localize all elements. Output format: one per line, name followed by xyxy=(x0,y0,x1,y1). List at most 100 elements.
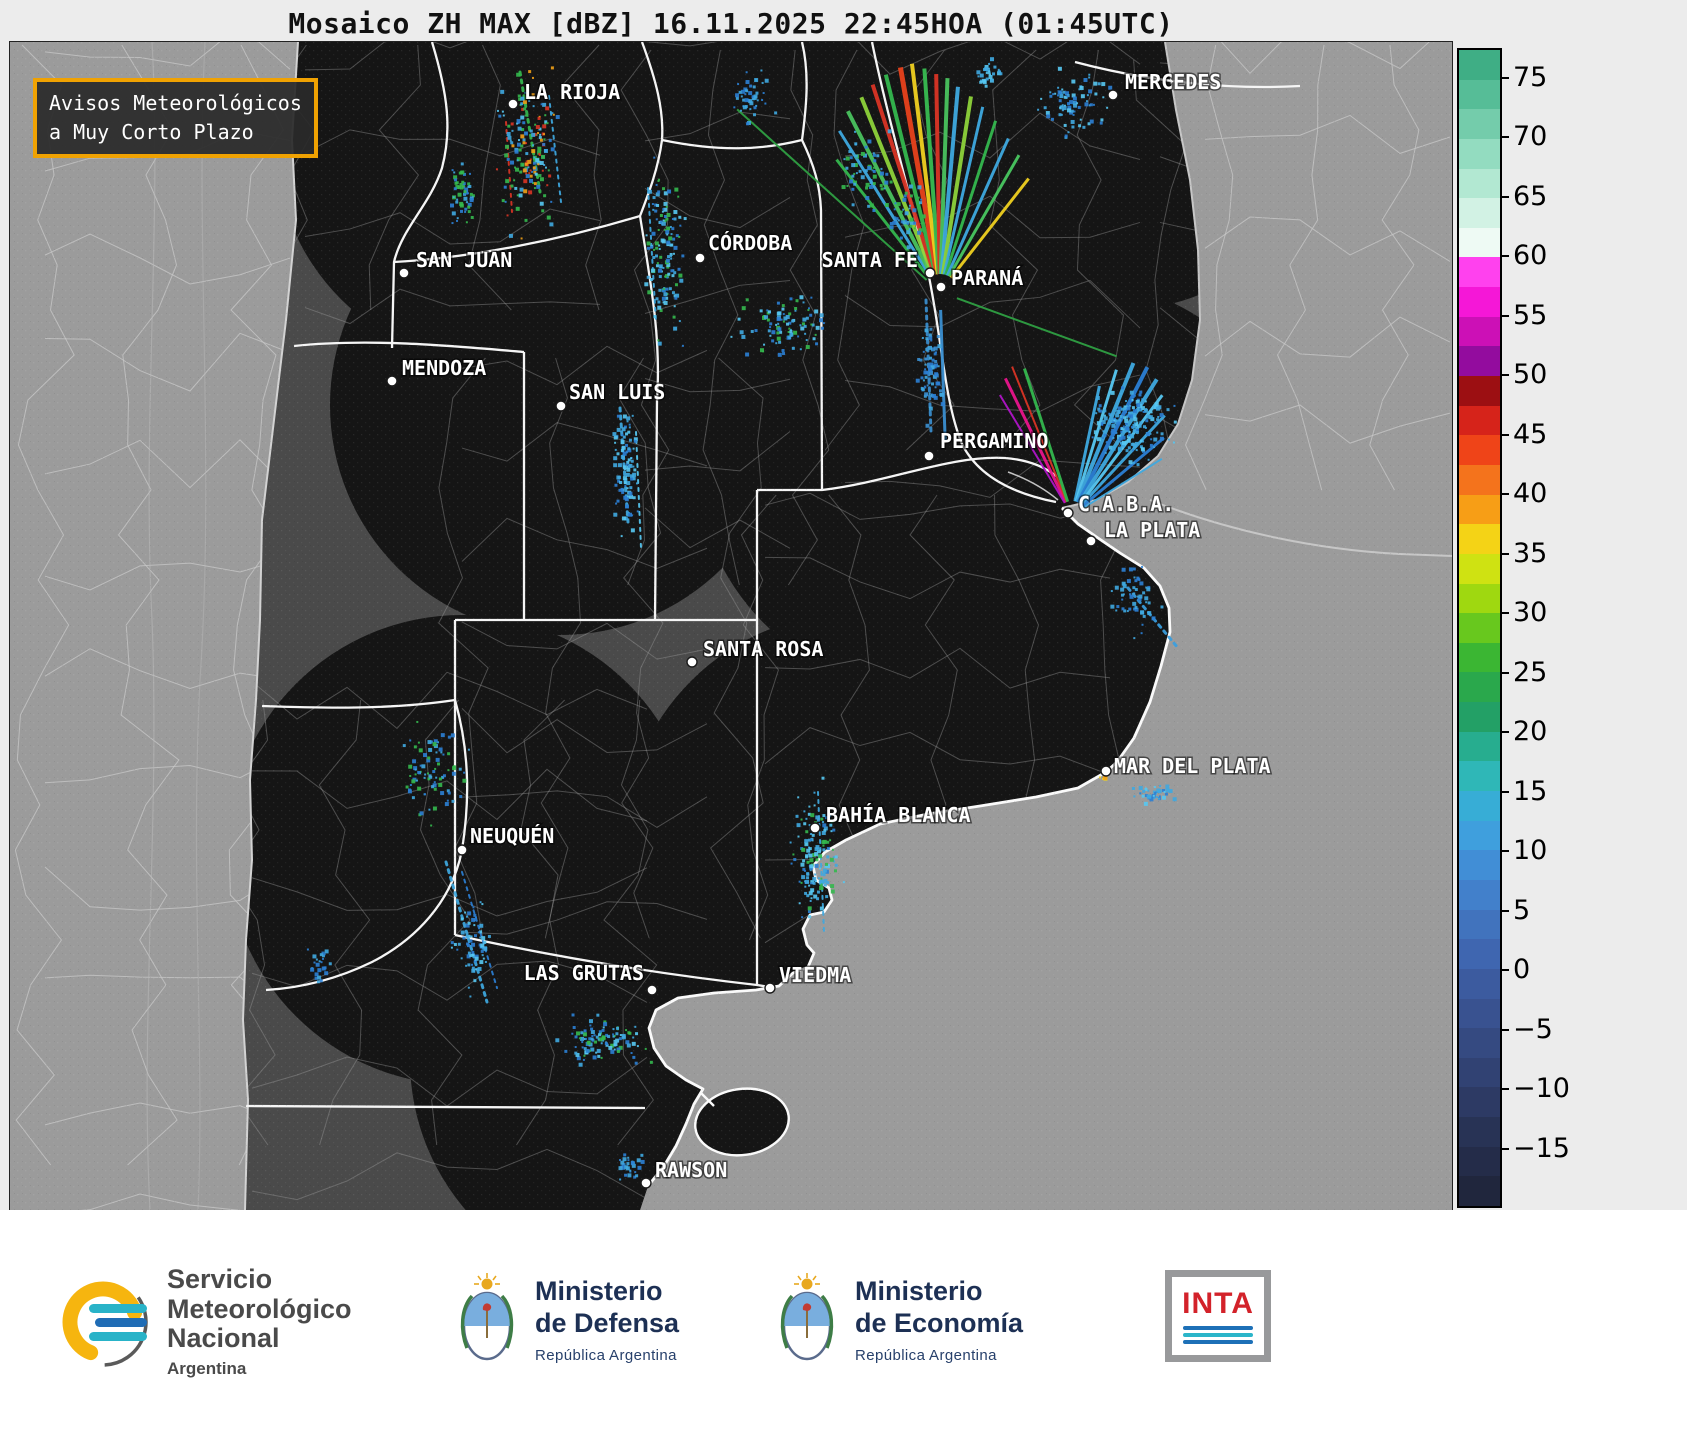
colorbar-tickmark xyxy=(1502,76,1509,79)
defensa-sub: República Argentina xyxy=(535,1346,677,1364)
colorbar-tickmark xyxy=(1502,612,1509,615)
colorbar-tick-label: −15 xyxy=(1513,1132,1570,1164)
colorbar-segment xyxy=(1459,346,1500,377)
inta-logo: INTA xyxy=(1165,1270,1271,1362)
colorbar-segment xyxy=(1459,761,1500,792)
colorbar-tick-label: 75 xyxy=(1513,61,1548,93)
colorbar-segment xyxy=(1459,376,1500,406)
svg-text:PARANÁ: PARANÁ xyxy=(951,266,1023,290)
colorbar-tickmark xyxy=(1502,493,1509,496)
defensa-word-2: de Defensa xyxy=(535,1308,680,1338)
svg-text:SANTA ROSA: SANTA ROSA xyxy=(703,637,823,661)
colorbar-segment xyxy=(1459,316,1500,347)
colorbar-segment xyxy=(1459,198,1500,228)
warning-line-2: a Muy Corto Plazo xyxy=(49,120,254,144)
city-marker: LA PLATA xyxy=(1085,517,1202,547)
colorbar-tick-label: −10 xyxy=(1513,1073,1570,1105)
colorbar-segment xyxy=(1459,553,1500,584)
inta-stripes-icon xyxy=(1183,1325,1253,1344)
smn-logo-icon xyxy=(58,1277,148,1367)
economia-sub: República Argentina xyxy=(855,1346,997,1364)
svg-text:SANTA FE: SANTA FE xyxy=(822,248,918,272)
colorbar-segment xyxy=(1459,464,1500,495)
svg-text:BAHÍA BLANCA: BAHÍA BLANCA xyxy=(826,803,971,827)
colorbar-tick-label: 5 xyxy=(1513,894,1531,926)
warning-box: Avisos Meteorológicos a Muy Corto Plazo xyxy=(33,78,318,158)
colorbar-tickmark xyxy=(1502,671,1509,674)
colorbar-tick-label: 35 xyxy=(1513,537,1548,569)
colorbar-segment xyxy=(1459,138,1500,169)
city-marker: MAR DEL PLATA xyxy=(1100,753,1272,780)
svg-text:LA RIOJA: LA RIOJA xyxy=(524,80,620,104)
colorbar-tickmark xyxy=(1502,195,1509,198)
colorbar-segment xyxy=(1459,50,1500,80)
colorbar-segment xyxy=(1459,1087,1500,1118)
colorbar-tickmark xyxy=(1502,314,1509,317)
colorbar-tickmark xyxy=(1502,1028,1509,1031)
colorbar-tickmark xyxy=(1502,1088,1509,1091)
svg-text:CÓRDOBA: CÓRDOBA xyxy=(708,231,792,255)
colorbar-tickmark xyxy=(1502,1147,1509,1150)
colorbar-segment xyxy=(1459,672,1500,703)
footer: Servicio Meteorológico Nacional Argentin… xyxy=(0,1210,1687,1438)
colorbar-tick-label: 45 xyxy=(1513,418,1548,450)
colorbar-segment xyxy=(1459,168,1500,199)
svg-text:LA PLATA: LA PLATA xyxy=(1104,518,1200,542)
svg-text:RAWSON: RAWSON xyxy=(655,1158,727,1182)
colorbar-tickmark xyxy=(1502,552,1509,555)
colorbar-scale xyxy=(1457,48,1502,1208)
svg-text:MENDOZA: MENDOZA xyxy=(402,356,486,380)
colorbar-tickmark xyxy=(1502,255,1509,258)
colorbar-tickmark xyxy=(1502,969,1509,972)
colorbar-segment xyxy=(1459,1146,1500,1177)
colorbar-tick-label: 60 xyxy=(1513,240,1548,272)
colorbar-tickmark xyxy=(1502,850,1509,853)
ministerio-defensa-wordmark: Ministerio de Defensa República Argentin… xyxy=(535,1276,679,1364)
svg-text:LAS GRUTAS: LAS GRUTAS xyxy=(524,961,644,985)
coat-of-arms-icon xyxy=(460,1273,514,1361)
colorbar-tickmark xyxy=(1502,790,1509,793)
economia-word-2: de Economía xyxy=(855,1308,1024,1338)
inta-wordmark: INTA xyxy=(1182,1286,1254,1320)
coat-of-arms-icon xyxy=(780,1273,834,1361)
colorbar-tickmark xyxy=(1502,731,1509,734)
colorbar-segment xyxy=(1459,405,1500,436)
colorbar-tick-label: 55 xyxy=(1513,299,1548,331)
colorbar-segment xyxy=(1459,731,1500,762)
svg-text:MERCEDES: MERCEDES xyxy=(1125,70,1221,94)
smn-logo: Servicio Meteorológico Nacional Argentin… xyxy=(55,1264,352,1379)
colorbar-segment xyxy=(1459,968,1500,999)
colorbar-tick-label: 50 xyxy=(1513,359,1548,391)
ministerio-economia-wordmark: Ministerio de Economía República Argenti… xyxy=(855,1276,1023,1364)
colorbar-segment xyxy=(1459,227,1500,258)
colorbar-segment xyxy=(1459,998,1500,1029)
colorbar-segment xyxy=(1459,257,1500,288)
colorbar-tick-label: 40 xyxy=(1513,478,1548,510)
colorbar-segment xyxy=(1459,939,1500,969)
colorbar-segment xyxy=(1459,1028,1500,1058)
page-title: Mosaico ZH MAX [dBZ] 16.11.2025 22:45HOA… xyxy=(288,7,1174,40)
svg-text:C.A.B.A.: C.A.B.A. xyxy=(1078,492,1174,516)
smn-word-2: Meteorológico xyxy=(167,1293,352,1324)
colorbar-segment xyxy=(1459,879,1500,910)
colorbar-tick-label: 65 xyxy=(1513,180,1548,212)
colorbar-segment xyxy=(1459,791,1500,821)
colorbar-tickmark xyxy=(1502,433,1509,436)
colorbar-tickmark xyxy=(1502,136,1509,139)
defensa-word-1: Ministerio xyxy=(535,1276,663,1307)
colorbar-segment xyxy=(1459,494,1500,525)
colorbar-tick-label: 20 xyxy=(1513,716,1548,748)
colorbar-tick-label: 10 xyxy=(1513,835,1548,867)
inta-logo-box: INTA xyxy=(1165,1270,1271,1362)
svg-text:PERGAMINO: PERGAMINO xyxy=(940,429,1048,453)
colorbar-segment xyxy=(1459,1117,1500,1147)
smn-word-country: Argentina xyxy=(167,1359,247,1379)
colorbar-segment xyxy=(1459,820,1500,851)
colorbar-tick-label: −5 xyxy=(1513,1013,1553,1045)
colorbar-segment xyxy=(1459,524,1500,554)
svg-text:MAR DEL PLATA: MAR DEL PLATA xyxy=(1114,754,1271,778)
colorbar-tickmark xyxy=(1502,909,1509,912)
radar-mosaic-page: Mosaico ZH MAX [dBZ] 16.11.2025 22:45HOA… xyxy=(0,0,1687,1438)
colorbar-segment xyxy=(1459,1057,1500,1088)
colorbar-segment xyxy=(1459,79,1500,110)
